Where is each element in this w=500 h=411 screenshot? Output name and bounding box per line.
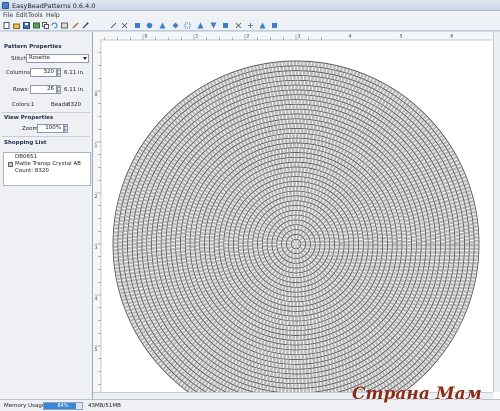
pencil-icon[interactable] — [72, 22, 79, 29]
pattern-view[interactable]: 0 1 2 3 4 5 6 0 1 2 3 4 5 — [93, 32, 493, 392]
bead-ring — [219, 167, 373, 321]
colors-label: Colors: — [12, 102, 32, 108]
ruler-label: 2 — [95, 194, 98, 200]
menu-help[interactable]: Help — [46, 12, 60, 19]
ruler-label: 5 — [95, 347, 98, 353]
settings-icon[interactable] — [271, 22, 278, 29]
bead-ring — [281, 229, 311, 259]
watermark-logo: Страна Мам — [352, 384, 482, 404]
columns-size: 6.11 in. — [64, 70, 85, 76]
menu-edit[interactable]: Edit — [16, 12, 28, 19]
toolbar — [0, 20, 500, 31]
memory-usage-label: Memory Usage: — [4, 403, 48, 409]
memory-percent: 84% — [57, 403, 69, 409]
columns-label: Columns: — [6, 70, 32, 76]
rows-label: Rows: — [13, 87, 30, 93]
memory-progress-bar: 84% — [43, 402, 83, 410]
copy-icon[interactable] — [42, 22, 49, 29]
undo-icon[interactable] — [51, 22, 58, 29]
menu-tools[interactable]: Tools — [28, 12, 43, 19]
shopping-list-heading: Shopping List — [4, 140, 47, 146]
bead-name: Matte Transp Crystal AB — [15, 161, 81, 167]
colors-value: 1 — [31, 102, 35, 108]
ruler-label: 4 — [95, 296, 98, 302]
columns-field[interactable]: 320 — [30, 68, 57, 77]
pattern-properties-heading: Pattern Properties — [4, 44, 62, 50]
circle-icon[interactable] — [146, 22, 153, 29]
window-title: EasyBeadPatterns 0.6.4.0 — [12, 2, 96, 10]
chevron-down-icon — [83, 57, 87, 60]
zoom-in-icon[interactable] — [197, 22, 204, 29]
vertical-scrollbar[interactable] — [493, 32, 500, 392]
menu-bar: File Edit Tools Help — [0, 11, 500, 20]
memory-text: 43MB/51MB — [88, 403, 121, 409]
pattern-canvas[interactable]: 0 1 2 3 4 5 6 0 1 2 3 4 5 — [93, 32, 500, 399]
ruler-label: 6 — [451, 34, 454, 40]
select-icon[interactable] — [184, 22, 191, 29]
rows-size: 6.11 in. — [64, 87, 85, 93]
ruler-label: 1 — [196, 34, 199, 40]
flip-icon[interactable] — [235, 22, 242, 29]
bead-code: DB0651 — [15, 154, 38, 160]
ruler-label: 0 — [145, 34, 148, 40]
ruler-label: 3 — [298, 34, 301, 40]
bead-count: Count: 8320 — [15, 168, 49, 174]
columns-stepper[interactable]: ▴ ▾ — [57, 68, 61, 77]
ruler-label: 5 — [400, 34, 403, 40]
title-bar: EasyBeadPatterns 0.6.4.0 — [0, 0, 500, 11]
triangle-icon[interactable] — [159, 22, 166, 29]
app-icon — [2, 2, 9, 9]
view-properties-heading: View Properties — [4, 115, 54, 121]
text-icon[interactable] — [259, 22, 266, 29]
beads-value: 8320 — [67, 102, 81, 108]
divider — [2, 136, 90, 137]
zoom-out-icon[interactable] — [210, 22, 217, 29]
fill-icon[interactable] — [121, 22, 128, 29]
grid-icon[interactable] — [222, 22, 229, 29]
save-icon[interactable] — [23, 22, 30, 29]
properties-panel: Pattern Properties Stitch: Rosette Colum… — [0, 32, 93, 399]
ruler-label: 0 — [95, 92, 98, 98]
ruler-label: 3 — [95, 245, 98, 251]
export-icon[interactable] — [33, 22, 40, 29]
stitch-value: Rosette — [29, 55, 50, 61]
ruler-label: 4 — [349, 34, 352, 40]
shopping-list: DB0651 Matte Transp Crystal AB Count: 83… — [3, 152, 91, 186]
line-icon[interactable] — [110, 22, 117, 29]
open-icon[interactable] — [13, 22, 20, 29]
rotate-icon[interactable] — [247, 22, 254, 29]
diamond-icon[interactable] — [172, 22, 179, 29]
ruler-label: 1 — [95, 143, 98, 149]
bead-ring — [261, 209, 331, 279]
stitch-select[interactable]: Rosette — [26, 54, 89, 63]
zoom-stepper[interactable]: ▴ ▾ — [64, 124, 68, 133]
redo-icon[interactable] — [61, 22, 68, 29]
bead-swatch — [8, 162, 13, 167]
divider — [2, 112, 90, 113]
ruler-label: 2 — [247, 34, 250, 40]
eyedropper-icon[interactable] — [82, 22, 89, 29]
new-icon[interactable] — [3, 22, 10, 29]
rows-field[interactable]: 26 — [30, 85, 57, 94]
rectangle-icon[interactable] — [134, 22, 141, 29]
rosette-pattern — [112, 60, 480, 392]
menu-file[interactable]: File — [3, 12, 13, 19]
top-ruler — [93, 32, 493, 40]
left-ruler — [93, 32, 101, 392]
rows-stepper[interactable]: ▴ ▾ — [57, 85, 61, 94]
bead-ring — [291, 239, 301, 249]
zoom-field[interactable]: 100% — [37, 124, 64, 133]
